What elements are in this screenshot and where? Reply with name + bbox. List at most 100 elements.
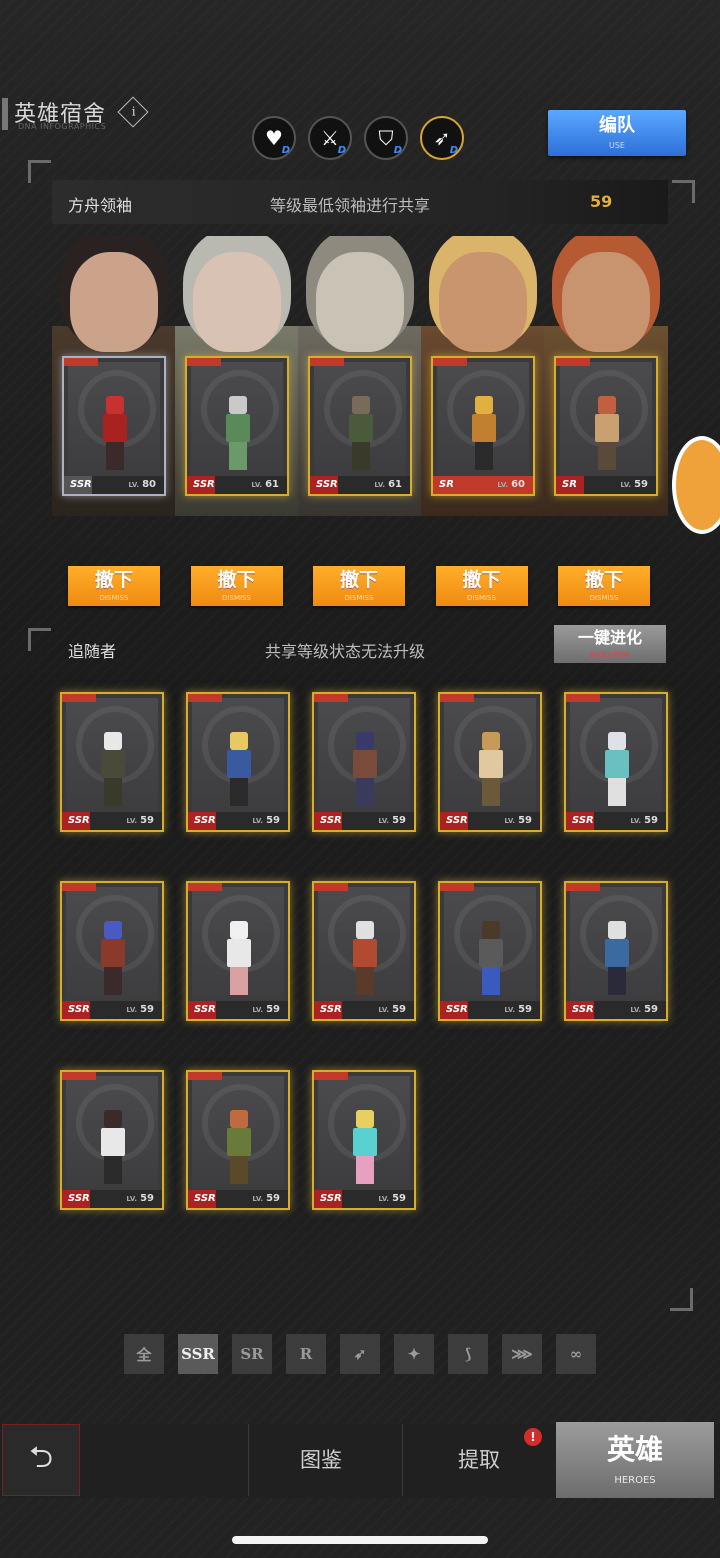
follower-card[interactable]: SSR LV. 59 <box>438 881 542 1021</box>
team-button-label: 编队 <box>599 115 635 136</box>
level-label: LV. 59 <box>504 1004 532 1015</box>
sword-icon[interactable]: ⚔ D <box>308 116 352 160</box>
dismiss-sub: DISMISS <box>99 594 129 602</box>
level-label: LV. 59 <box>378 1193 406 1204</box>
follower-card[interactable]: SSR LV. 59 <box>186 881 290 1021</box>
card-corner-accent <box>314 1072 348 1080</box>
card-corner-accent <box>556 358 590 366</box>
card-corner-accent <box>188 883 222 891</box>
rarity-label: SSR <box>572 815 594 826</box>
card-corner-accent <box>566 694 600 702</box>
level-label: LV. 59 <box>126 815 154 826</box>
filter-all[interactable]: 全 <box>124 1334 164 1374</box>
shield-icon[interactable]: ⛉ D <box>364 116 408 160</box>
hero-sprite <box>348 732 382 810</box>
heart-shield-icon[interactable]: ♥ D <box>252 116 296 160</box>
rarity-label: SSR <box>194 1193 216 1204</box>
dismiss-button[interactable]: 撤下 DISMISS <box>68 566 160 606</box>
leader-card[interactable]: SR LV. 59 <box>554 356 658 496</box>
nav-extract[interactable]: 提取 <box>458 1444 500 1474</box>
level-label: LV. 59 <box>630 1004 658 1015</box>
dismiss-label: 撤下 <box>94 569 133 591</box>
leader-section-label: 方舟领袖 <box>68 196 133 215</box>
faction-5-icon[interactable]: ∞ <box>556 1334 596 1374</box>
back-arrow-icon[interactable]: ⮌ <box>2 1424 80 1496</box>
dismiss-label: 撤下 <box>462 569 501 591</box>
follower-card[interactable]: SSR LV. 59 <box>60 881 164 1021</box>
team-button-sub: USE <box>609 141 625 150</box>
evolve-all-label: 一键进化 <box>577 628 642 647</box>
dismiss-sub: DISMISS <box>344 594 374 602</box>
follower-card[interactable]: SSR LV. 59 <box>312 881 416 1021</box>
dismiss-button[interactable]: 撤下 DISMISS <box>313 566 405 606</box>
team-button[interactable]: 编队 USE <box>548 110 686 156</box>
dismiss-label: 撤下 <box>584 569 623 591</box>
rarity-label: SSR <box>320 1004 342 1015</box>
dismiss-sub: DISMISS <box>222 594 251 602</box>
hero-sprite <box>344 396 378 474</box>
card-corner-accent <box>310 358 344 366</box>
hero-sprite <box>96 732 130 810</box>
leader-card[interactable]: SSR LV. 61 <box>185 356 289 496</box>
spear-icon[interactable]: ➶ D <box>420 116 464 160</box>
rarity-label: SSR <box>446 1004 468 1015</box>
level-label: LV. 59 <box>378 1004 406 1015</box>
leader-card[interactable]: SSR LV. 61 <box>308 356 412 496</box>
evolve-all-button[interactable]: 一键进化 EVOLUTION <box>554 625 666 663</box>
nav-heroes[interactable]: 英雄 HEROES <box>556 1422 714 1498</box>
nav-heroes-sub: HEROES <box>614 1475 656 1486</box>
rarity-label: SSR <box>572 1004 594 1015</box>
dismiss-label: 撤下 <box>339 569 378 591</box>
nav-codex[interactable]: 图鉴 <box>300 1444 342 1474</box>
leader-card[interactable]: SR LV. 60 <box>431 356 535 496</box>
rarity-label: SR <box>439 479 454 490</box>
nav-divider <box>402 1424 403 1496</box>
follower-card[interactable]: SSR LV. 59 <box>60 1070 164 1210</box>
follower-card[interactable]: SSR LV. 59 <box>564 881 668 1021</box>
dismiss-button[interactable]: 撤下 DISMISS <box>190 566 283 606</box>
page-subtitle: DNA INFOGRAPHICS <box>18 122 107 131</box>
hero-sprite <box>467 396 501 474</box>
rarity-label: SSR <box>68 815 90 826</box>
frame-corner <box>672 180 695 203</box>
card-corner-accent <box>188 694 222 702</box>
shared-level-badge: 59 <box>590 192 613 211</box>
rarity-label: SSR <box>194 815 216 826</box>
card-corner-accent <box>64 358 98 366</box>
level-label: LV. 61 <box>251 479 279 490</box>
card-corner-accent <box>433 358 467 366</box>
rarity-label: SSR <box>70 479 92 490</box>
follower-card[interactable]: SSR LV. 59 <box>438 692 542 832</box>
dismiss-label: 撤下 <box>217 569 256 591</box>
frame-corner <box>28 160 51 183</box>
level-label: LV. 59 <box>126 1193 154 1204</box>
hero-sprite <box>474 921 508 999</box>
faction-3-icon[interactable]: ⟆ <box>448 1334 488 1374</box>
followers-section-note: 共享等级状态无法升级 <box>265 642 426 661</box>
frame-corner <box>28 628 51 651</box>
follower-card[interactable]: SSR LV. 59 <box>312 1070 416 1210</box>
follower-card[interactable]: SSR LV. 59 <box>60 692 164 832</box>
dismiss-button[interactable]: 撤下 DISMISS <box>435 566 528 606</box>
home-indicator <box>232 1536 488 1544</box>
card-corner-accent <box>440 694 474 702</box>
follower-card[interactable]: SSR LV. 59 <box>564 692 668 832</box>
filter-ssr[interactable]: SSR <box>178 1334 218 1374</box>
hero-sprite <box>98 396 132 474</box>
faction-1-icon[interactable]: ➶ <box>340 1334 380 1374</box>
filter-r[interactable]: R <box>286 1334 326 1374</box>
follower-card[interactable]: SSR LV. 59 <box>186 1070 290 1210</box>
rarity-label: SSR <box>316 479 338 490</box>
nav-heroes-label: 英雄 <box>606 1433 663 1466</box>
filter-sr[interactable]: SR <box>232 1334 272 1374</box>
follower-card[interactable]: SSR LV. 59 <box>312 692 416 832</box>
card-corner-accent <box>62 883 96 891</box>
level-label: LV. 61 <box>374 479 402 490</box>
faction-4-icon[interactable]: ⋙ <box>502 1334 542 1374</box>
card-corner-accent <box>440 883 474 891</box>
follower-card[interactable]: SSR LV. 59 <box>186 692 290 832</box>
frame-corner <box>670 1288 693 1311</box>
leader-card[interactable]: SSR LV. 80 <box>62 356 166 496</box>
dismiss-button[interactable]: 撤下 DISMISS <box>558 566 650 606</box>
faction-2-icon[interactable]: ✦ <box>394 1334 434 1374</box>
